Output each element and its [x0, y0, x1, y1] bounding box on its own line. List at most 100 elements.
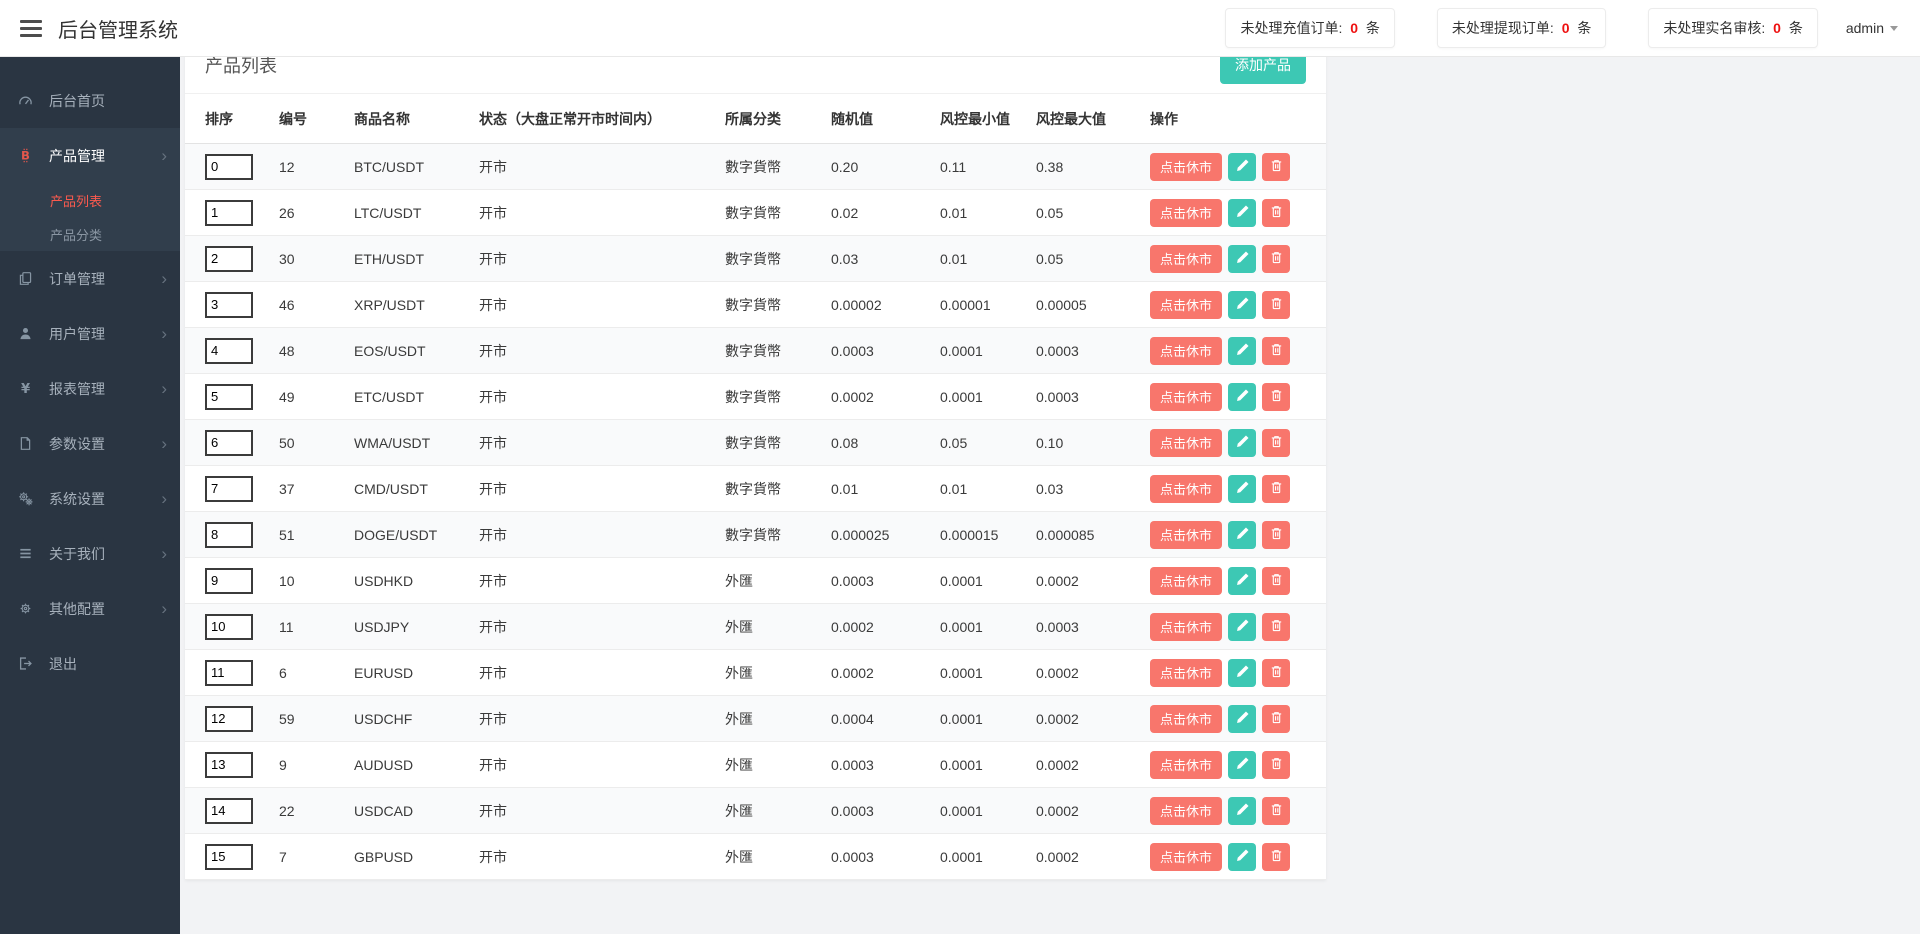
edit-button[interactable]: [1228, 613, 1256, 641]
sort-input[interactable]: [205, 798, 253, 824]
sort-input[interactable]: [205, 292, 253, 318]
edit-button[interactable]: [1228, 337, 1256, 365]
pending-kyc-review-badge[interactable]: 未处理实名审核: 0 条: [1648, 8, 1817, 48]
chevron-right-icon: ›: [161, 435, 167, 452]
sidebar-item-system-settings[interactable]: 系统设置›: [0, 471, 180, 526]
delete-button[interactable]: [1262, 751, 1290, 779]
close-market-button[interactable]: 点击休市: [1150, 797, 1222, 825]
close-market-button[interactable]: 点击休市: [1150, 337, 1222, 365]
sort-input[interactable]: [205, 568, 253, 594]
sidebar-item-other-config[interactable]: 其他配置›: [0, 581, 180, 636]
sidebar-item-dashboard[interactable]: 后台首页: [0, 73, 180, 128]
risk-max-value: 0.05: [1028, 190, 1142, 236]
close-market-button[interactable]: 点击休市: [1150, 521, 1222, 549]
sidebar-item-about-us[interactable]: 关于我们›: [0, 526, 180, 581]
gear-icon: [18, 601, 40, 616]
sort-input[interactable]: [205, 476, 253, 502]
sidebar-item-logout[interactable]: 退出: [0, 636, 180, 691]
close-market-button[interactable]: 点击休市: [1150, 291, 1222, 319]
close-market-button[interactable]: 点击休市: [1150, 475, 1222, 503]
edit-button[interactable]: [1228, 567, 1256, 595]
sort-cell: [185, 512, 271, 558]
delete-button[interactable]: [1262, 843, 1290, 871]
sidebar-item-user-management[interactable]: 用户管理›: [0, 306, 180, 361]
close-market-button[interactable]: 点击休市: [1150, 429, 1222, 457]
edit-button[interactable]: [1228, 751, 1256, 779]
sort-input[interactable]: [205, 614, 253, 640]
actions-cell: 点击休市: [1142, 604, 1326, 650]
delete-button[interactable]: [1262, 291, 1290, 319]
close-market-button[interactable]: 点击休市: [1150, 245, 1222, 273]
content-area: 产品列表 添加产品 排序编号商品名称状态（大盘正常开市时间内）所属分类随机值风控…: [180, 0, 1920, 880]
delete-button[interactable]: [1262, 797, 1290, 825]
close-market-button[interactable]: 点击休市: [1150, 383, 1222, 411]
delete-button[interactable]: [1262, 199, 1290, 227]
menu-toggle-icon[interactable]: [20, 20, 42, 37]
close-market-button[interactable]: 点击休市: [1150, 843, 1222, 871]
pending-withdraw-orders-badge[interactable]: 未处理提现订单: 0 条: [1437, 8, 1606, 48]
risk-min-value: 0.0001: [932, 696, 1028, 742]
user-menu[interactable]: admin: [1846, 20, 1898, 36]
table-row: 48EOS/USDT开市數字貨幣0.00030.00010.0003点击休市: [185, 328, 1326, 374]
pencil-icon: [1235, 802, 1250, 820]
edit-button[interactable]: [1228, 843, 1256, 871]
close-market-button[interactable]: 点击休市: [1150, 153, 1222, 181]
delete-button[interactable]: [1262, 613, 1290, 641]
edit-button[interactable]: [1228, 153, 1256, 181]
delete-button[interactable]: [1262, 659, 1290, 687]
svg-text:B: B: [21, 149, 30, 163]
delete-button[interactable]: [1262, 567, 1290, 595]
sort-input[interactable]: [205, 660, 253, 686]
close-market-button[interactable]: 点击休市: [1150, 705, 1222, 733]
sort-input[interactable]: [205, 522, 253, 548]
sidebar-item-report-management[interactable]: ¥报表管理›: [0, 361, 180, 416]
product-id: 7: [271, 834, 346, 880]
delete-button[interactable]: [1262, 245, 1290, 273]
sort-input[interactable]: [205, 338, 253, 364]
sort-input[interactable]: [205, 154, 253, 180]
edit-button[interactable]: [1228, 705, 1256, 733]
random-value: 0.0003: [823, 742, 932, 788]
sort-input[interactable]: [205, 752, 253, 778]
edit-button[interactable]: [1228, 797, 1256, 825]
edit-button[interactable]: [1228, 383, 1256, 411]
sort-input[interactable]: [205, 200, 253, 226]
sort-input[interactable]: [205, 384, 253, 410]
sidebar-item-product-list[interactable]: 产品列表: [0, 183, 180, 217]
close-market-button[interactable]: 点击休市: [1150, 199, 1222, 227]
random-value: 0.03: [823, 236, 932, 282]
close-market-button[interactable]: 点击休市: [1150, 659, 1222, 687]
sidebar-item-product-category[interactable]: 产品分类: [0, 217, 180, 251]
pending-recharge-orders-badge[interactable]: 未处理充值订单: 0 条: [1225, 8, 1394, 48]
sort-input[interactable]: [205, 430, 253, 456]
delete-button[interactable]: [1262, 383, 1290, 411]
sort-input[interactable]: [205, 246, 253, 272]
close-market-button[interactable]: 点击休市: [1150, 567, 1222, 595]
edit-button[interactable]: [1228, 659, 1256, 687]
sidebar-item-order-management[interactable]: 订单管理›: [0, 251, 180, 306]
delete-button[interactable]: [1262, 337, 1290, 365]
sort-input[interactable]: [205, 706, 253, 732]
edit-button[interactable]: [1228, 291, 1256, 319]
edit-button[interactable]: [1228, 245, 1256, 273]
table-header-row: 排序编号商品名称状态（大盘正常开市时间内）所属分类随机值风控最小值风控最大值操作: [185, 94, 1326, 144]
delete-button[interactable]: [1262, 153, 1290, 181]
edit-button[interactable]: [1228, 429, 1256, 457]
edit-button[interactable]: [1228, 199, 1256, 227]
product-list-card: 产品列表 添加产品 排序编号商品名称状态（大盘正常开市时间内）所属分类随机值风控…: [185, 36, 1326, 880]
delete-button[interactable]: [1262, 429, 1290, 457]
close-market-button[interactable]: 点击休市: [1150, 751, 1222, 779]
close-market-button[interactable]: 点击休市: [1150, 613, 1222, 641]
sort-input[interactable]: [205, 844, 253, 870]
chevron-right-icon: ›: [161, 325, 167, 342]
product-id: 30: [271, 236, 346, 282]
delete-button[interactable]: [1262, 475, 1290, 503]
edit-button[interactable]: [1228, 475, 1256, 503]
sidebar-item-product-management[interactable]: B产品管理›: [0, 128, 180, 183]
sidebar: 后台首页B产品管理›产品列表产品分类订单管理›用户管理›¥报表管理›参数设置›系…: [0, 57, 180, 934]
badge-label: 未处理充值订单:: [1240, 20, 1342, 36]
delete-button[interactable]: [1262, 521, 1290, 549]
delete-button[interactable]: [1262, 705, 1290, 733]
sidebar-item-parameter-settings[interactable]: 参数设置›: [0, 416, 180, 471]
edit-button[interactable]: [1228, 521, 1256, 549]
